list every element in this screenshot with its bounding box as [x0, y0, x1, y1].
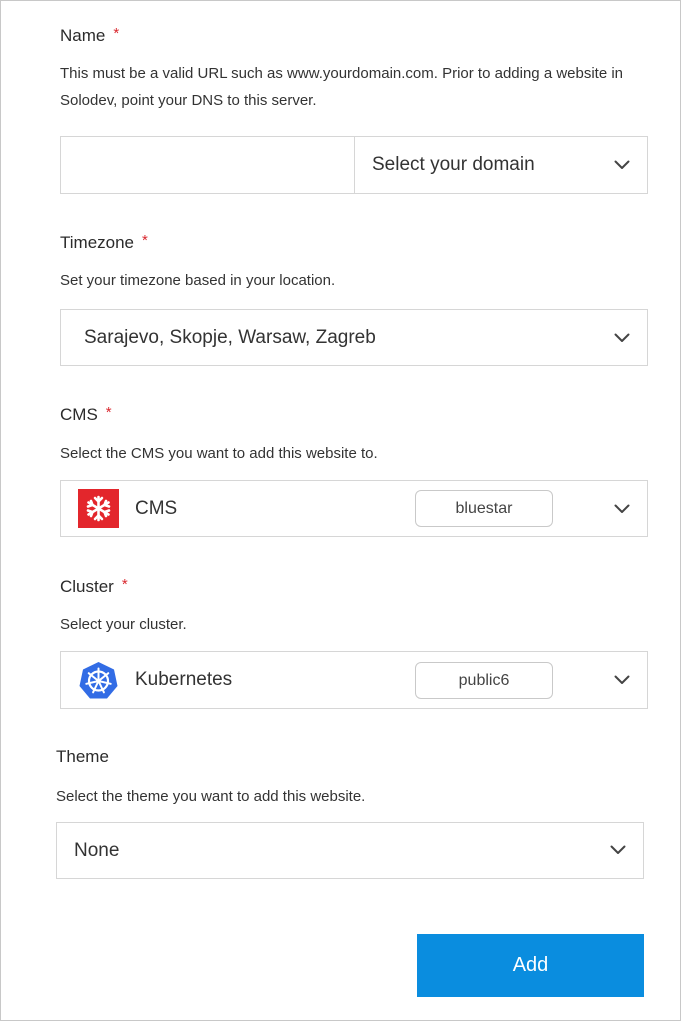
theme-select-value: None — [74, 840, 120, 861]
cms-select[interactable]: CMS bluestar — [60, 480, 648, 537]
cms-logo-icon — [78, 489, 119, 528]
timezone-label-text: Timezone — [60, 233, 135, 252]
cms-select-value: CMS — [135, 498, 178, 519]
chevron-down-icon — [610, 845, 626, 855]
cms-help-text: Select the CMS you want to add this webs… — [60, 445, 378, 462]
domain-select[interactable]: Select your domain — [354, 136, 648, 194]
cms-label: CMS * — [60, 404, 112, 425]
required-marker: * — [142, 232, 148, 249]
add-button[interactable]: Add — [417, 934, 644, 997]
cluster-select[interactable]: Kubernetes public6 — [60, 651, 648, 709]
cms-tag-badge: bluestar — [415, 490, 553, 527]
timezone-select-value: Sarajevo, Skopje, Warsaw, Zagreb — [84, 327, 376, 348]
theme-label: Theme — [56, 747, 109, 767]
website-name-input[interactable] — [60, 136, 355, 194]
timezone-label: Timezone * — [60, 232, 148, 253]
domain-select-value: Select your domain — [372, 154, 535, 175]
name-help-text: This must be a valid URL such as www.you… — [60, 65, 624, 109]
theme-select[interactable]: None — [56, 822, 644, 879]
cms-label-text: CMS — [60, 405, 98, 424]
chevron-down-icon — [614, 675, 630, 685]
cluster-label: Cluster * — [60, 576, 128, 597]
theme-help-text: Select the theme you want to add this we… — [56, 788, 366, 805]
cluster-help-text: Select your cluster. — [60, 616, 187, 633]
required-marker: * — [105, 404, 112, 421]
required-marker: * — [113, 25, 120, 42]
timezone-select[interactable]: Sarajevo, Skopje, Warsaw, Zagreb — [60, 309, 648, 366]
theme-label-text: Theme — [56, 747, 109, 766]
cluster-label-text: Cluster — [60, 577, 114, 596]
chevron-down-icon — [614, 504, 630, 514]
required-marker: * — [121, 576, 128, 593]
kubernetes-logo-icon — [78, 660, 119, 701]
name-label: Name * — [60, 25, 120, 46]
cluster-tag-badge: public6 — [415, 662, 553, 699]
form-panel: Name * This must be a valid URL such as w… — [0, 0, 681, 1021]
chevron-down-icon — [614, 160, 630, 170]
chevron-down-icon — [614, 333, 630, 343]
name-label-text: Name — [60, 26, 106, 45]
timezone-help-text: Set your timezone based in your location… — [60, 272, 336, 289]
cluster-select-value: Kubernetes — [135, 669, 233, 690]
